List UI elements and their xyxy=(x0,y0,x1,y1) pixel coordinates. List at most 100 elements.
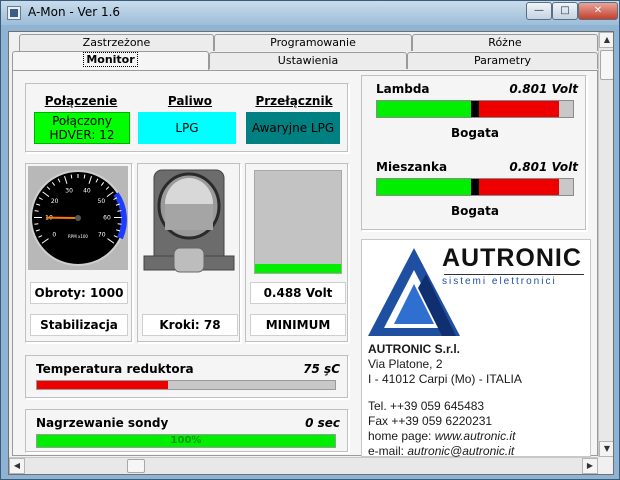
stepper-group: Kroki: 78 xyxy=(137,163,241,343)
rpm-value: Obroty: 1000 xyxy=(30,282,128,304)
lambda-label: Lambda xyxy=(376,82,430,96)
horizontal-scroll-thumb[interactable] xyxy=(127,459,145,473)
tab-label: Różne xyxy=(488,36,522,49)
sensor-level-bar xyxy=(254,170,342,274)
dial-tick xyxy=(83,174,86,179)
horizontal-scrollbar[interactable]: ◀ ▶ xyxy=(9,457,598,474)
tab-ustawienia[interactable]: Ustawienia xyxy=(209,52,407,69)
dial-label: 70 xyxy=(98,232,106,239)
fuel-status: LPG xyxy=(138,112,236,144)
lambda-rich-segment xyxy=(479,101,559,117)
brand-divider xyxy=(444,274,584,275)
lambda-group: Lambda 0.801 Volt Bogata Mieszanka 0.801… xyxy=(361,75,587,231)
mixture-lean-segment xyxy=(377,179,471,195)
email-link[interactable]: autronic@autronic.it xyxy=(407,444,514,458)
lambda-lean-segment xyxy=(377,101,471,117)
lambda-state: Bogata xyxy=(451,126,499,140)
tab-label: Programowanie xyxy=(270,36,356,49)
homepage-row: home page: www.autronic.it xyxy=(368,429,515,443)
rpm-state: Stabilizacja xyxy=(30,314,128,336)
heating-bar: 100% xyxy=(36,434,336,448)
mixture-state: Bogata xyxy=(451,204,499,218)
rpm-group: 010203040506070 RPM x100 Obroty: 1000 St… xyxy=(25,163,133,343)
app-window: A-Mon - Ver 1.6 — □ ✕ Zastrzeżone Progra… xyxy=(0,0,620,480)
dial-label: 0 xyxy=(52,232,56,239)
heating-value: 0 sec xyxy=(305,416,340,430)
sensor-value: 0.488 Volt xyxy=(250,282,346,304)
tab-parametry[interactable]: Parametry xyxy=(407,52,598,69)
tab-zastrzezone[interactable]: Zastrzeżone xyxy=(19,34,214,51)
scroll-left-button[interactable]: ◀ xyxy=(9,458,25,474)
temperature-bar xyxy=(36,380,336,390)
temperature-label: Temperatura reduktora xyxy=(36,362,194,376)
lambda-marker xyxy=(471,101,479,117)
switch-header: Przełącznik xyxy=(255,94,333,108)
company-name: AUTRONIC S.r.l. xyxy=(368,342,461,356)
dial-tick xyxy=(117,223,122,225)
window-title: A-Mon - Ver 1.6 xyxy=(28,5,121,19)
dial-label: 60 xyxy=(103,215,111,222)
heating-bar-text: 100% xyxy=(170,435,202,446)
temperature-bar-fill xyxy=(37,381,169,389)
dial-label: 50 xyxy=(98,198,106,205)
hardware-version: HDVER: 12 xyxy=(49,128,115,142)
tachometer: 010203040506070 RPM x100 xyxy=(28,166,128,270)
company-fax: Fax ++39 059 6220231 xyxy=(368,414,493,428)
status-group: Połączenie Połączony HDVER: 12 Paliwo LP… xyxy=(25,83,349,153)
connection-status: Połączony HDVER: 12 xyxy=(34,112,130,144)
vertical-scroll-thumb[interactable] xyxy=(600,50,613,80)
dial-tick xyxy=(34,210,39,212)
app-icon[interactable] xyxy=(7,6,21,20)
connection-header: Połączenie xyxy=(44,94,118,108)
mixture-label: Mieszanka xyxy=(376,160,448,174)
tab-programowanie[interactable]: Programowanie xyxy=(214,34,412,51)
title-bar[interactable]: A-Mon - Ver 1.6 — □ ✕ xyxy=(1,1,619,25)
vertical-scrollbar[interactable]: ▲ ▼ xyxy=(598,32,613,457)
dial-label: 20 xyxy=(51,198,59,205)
company-address-line1: Via Platone, 2 xyxy=(368,357,443,371)
scroll-right-button[interactable]: ▶ xyxy=(582,458,598,474)
brand-name: AUTRONIC xyxy=(442,244,582,272)
temperature-group: Temperatura reduktora 75 şC xyxy=(25,355,349,399)
sensor-group: 0.488 Volt MINIMUM xyxy=(245,163,349,343)
lambda-bar xyxy=(376,100,574,118)
email-label: e-mail: xyxy=(368,444,405,458)
maximize-button[interactable]: □ xyxy=(552,2,578,20)
mixture-bar xyxy=(376,178,574,196)
dial-tick xyxy=(34,223,39,225)
switch-status: Awaryjne LPG xyxy=(246,112,340,144)
scroll-up-button[interactable]: ▲ xyxy=(599,32,613,48)
sensor-level-fill xyxy=(255,264,341,273)
homepage-link[interactable]: www.autronic.it xyxy=(435,429,516,443)
mixture-rich-segment xyxy=(479,179,559,195)
fuel-header: Paliwo xyxy=(167,94,213,108)
minimize-button[interactable]: — xyxy=(526,2,552,20)
temperature-value: 75 şC xyxy=(303,362,340,376)
stepper-motor-graphic xyxy=(143,169,235,273)
tab-label: Ustawienia xyxy=(277,54,339,67)
tachometer-dial: 010203040506070 RPM x100 xyxy=(30,170,127,266)
company-info-panel: AUTRONIC sistemi elettronici AUTRONIC S.… xyxy=(361,239,591,458)
tab-rozne[interactable]: Różne xyxy=(412,34,598,51)
scroll-down-button[interactable]: ▼ xyxy=(599,441,613,457)
close-button[interactable]: ✕ xyxy=(578,2,618,20)
stepper-value: Kroki: 78 xyxy=(142,314,238,336)
company-address-line2: I - 41012 Carpi (Mo) - ITALIA xyxy=(368,372,522,386)
dial-unit: RPM x100 xyxy=(68,234,88,239)
dial-label: 30 xyxy=(65,187,73,194)
client-area: Zastrzeżone Programowanie Różne Monitor … xyxy=(8,31,614,475)
mixture-marker xyxy=(471,179,479,195)
heating-label: Nagrzewanie sondy xyxy=(36,416,169,430)
monitor-panel: Połączenie Połączony HDVER: 12 Paliwo LP… xyxy=(12,70,598,458)
tab-label: Monitor xyxy=(83,52,138,67)
dial-tick xyxy=(70,174,73,179)
brand-tagline: sistemi elettronici xyxy=(442,276,557,287)
dial-tick xyxy=(117,210,122,212)
dial-label: 40 xyxy=(83,187,91,194)
tab-label: Zastrzeżone xyxy=(82,36,151,49)
tab-monitor[interactable]: Monitor xyxy=(12,51,209,70)
heating-group: Nagrzewanie sondy 0 sec 100% xyxy=(25,409,349,453)
email-row: e-mail: autronic@autronic.it xyxy=(368,444,514,458)
mixture-value: 0.801 Volt xyxy=(509,160,578,174)
company-tel: Tel. ++39 059 645483 xyxy=(368,399,485,413)
